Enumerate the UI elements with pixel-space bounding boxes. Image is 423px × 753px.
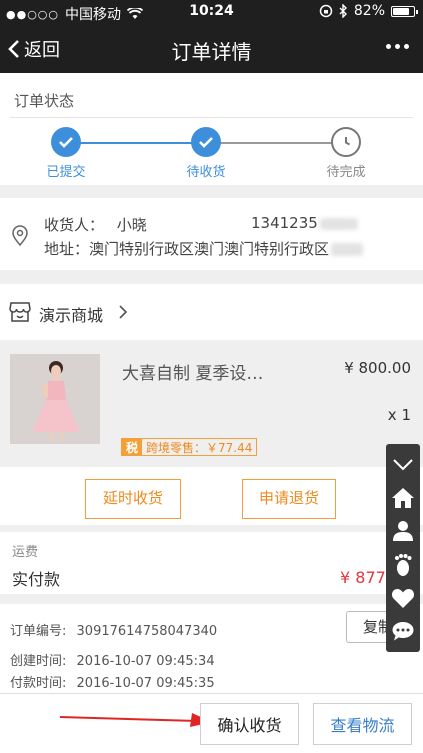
check-icon <box>51 127 81 157</box>
delay-receipt-button[interactable]: 延时收货 <box>85 479 181 519</box>
paid-time-label: 付款时间: <box>10 676 67 691</box>
product-title: 大喜自制 夏季设… <box>122 364 264 384</box>
phone-number: 1341235 <box>251 214 318 232</box>
arrow-annotation <box>59 713 212 727</box>
user-icon[interactable] <box>390 518 416 544</box>
order-status-title: 订单状态 <box>14 92 75 110</box>
battery-icon <box>391 5 418 17</box>
page-title: 订单详情 <box>171 40 252 64</box>
check-icon <box>191 127 221 157</box>
freight-label: 运费 <box>12 545 39 560</box>
paid-time: 2016-10-07 09:45:35 <box>76 676 215 691</box>
product-item[interactable]: 大喜自制 夏季设… ¥ 800.00 x 1 税 跨境零售：￥77.44 <box>0 340 423 467</box>
recipient-phone: 1341235 <box>251 214 358 232</box>
bottom-action-bar: 确认收货 查看物流 <box>0 693 423 753</box>
address-label: 地址： <box>44 240 90 258</box>
order-number-row: 订单编号: 30917614758047340 <box>10 620 217 639</box>
step-label: 待收货 <box>186 165 226 180</box>
address-text: 澳门特别行政区澳门澳门特别行政区 <box>89 240 330 258</box>
address-section[interactable]: 收货人： 小晓 1341235 地址：澳门特别行政区澳门澳门特别行政区 <box>0 198 423 270</box>
chevron-right-icon <box>119 305 128 319</box>
created-time: 2016-10-07 09:45:34 <box>76 654 215 669</box>
location-pin-icon <box>12 225 28 247</box>
step-submitted: 已提交 <box>26 127 106 180</box>
order-number: 30917614758047340 <box>76 624 218 639</box>
step-label: 已提交 <box>46 165 86 180</box>
payment-summary: 运费 实付款 ¥ 877.44 <box>0 532 423 594</box>
divider <box>10 117 413 118</box>
shop-name: 演示商城 <box>39 306 104 325</box>
address-row: 地址：澳门特别行政区澳门澳门特别行政区 <box>44 238 364 259</box>
chat-icon[interactable] <box>390 618 416 644</box>
shop-icon <box>9 302 31 322</box>
created-time-label: 创建时间: <box>10 654 67 669</box>
nav-bar: 返回 订单详情 <box>0 26 423 73</box>
tax-tag: 税 跨境零售：￥77.44 <box>121 438 258 456</box>
product-price: ¥ 800.00 <box>344 359 411 377</box>
order-status-section: 订单状态 已提交 待收货 待完成 <box>0 73 423 185</box>
recipient-label: 收货人： <box>44 216 105 234</box>
created-time-row: 创建时间: 2016-10-07 09:45:34 <box>10 650 215 669</box>
orientation-lock-icon <box>319 4 333 18</box>
shop-row[interactable]: 演示商城 <box>0 284 423 340</box>
tax-text: 跨境零售：￥77.44 <box>146 440 253 455</box>
paid-time-row: 付款时间: 2016-10-07 09:45:35 <box>10 672 215 691</box>
view-logistics-button[interactable]: 查看物流 <box>313 703 412 745</box>
recipient-name: 小晓 <box>116 216 147 234</box>
confirm-receipt-button[interactable]: 确认收货 <box>200 703 299 745</box>
redacted-address <box>331 243 364 256</box>
status-bar: ●●○○○ 中国移动 10:24 82% <box>0 0 423 26</box>
bluetooth-icon <box>339 4 347 18</box>
step-label: 待完成 <box>326 165 366 180</box>
home-icon[interactable] <box>390 485 416 511</box>
chevron-down-icon[interactable] <box>390 452 416 478</box>
product-image <box>10 354 100 444</box>
battery-percent: 82% <box>353 3 385 19</box>
floating-toolbar <box>386 444 420 652</box>
more-options-icon[interactable] <box>386 44 409 49</box>
footprint-icon[interactable] <box>390 552 416 578</box>
product-quantity: x 1 <box>387 406 411 424</box>
order-number-label: 订单编号: <box>10 624 67 639</box>
order-info: 订单编号: 30917614758047340 复制 创建时间: 2016-10… <box>0 604 423 693</box>
step-to-complete: 待完成 <box>306 127 386 180</box>
recipient-row: 收货人： 小晓 <box>44 214 147 235</box>
paid-label: 实付款 <box>12 570 61 589</box>
order-actions: 延时收货 申请退货 <box>0 467 423 525</box>
tax-badge: 税 <box>122 439 143 455</box>
redacted-phone <box>319 217 358 230</box>
step-pending-receipt: 待收货 <box>166 127 246 180</box>
heart-icon[interactable] <box>390 585 416 611</box>
request-return-button[interactable]: 申请退货 <box>242 479 336 519</box>
clock-icon <box>331 127 361 157</box>
